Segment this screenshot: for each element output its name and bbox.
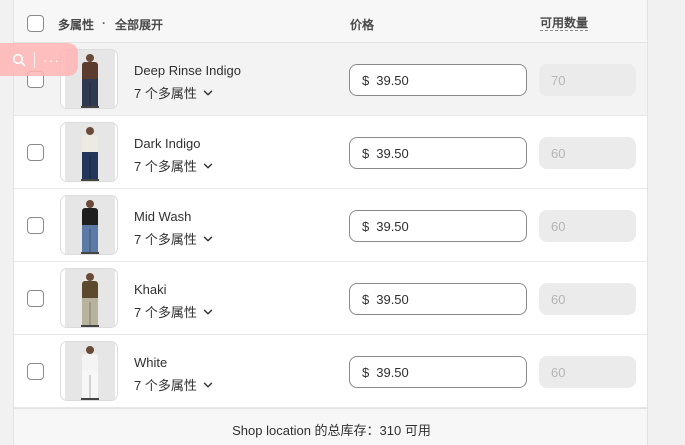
currency-symbol: $ [362, 364, 370, 380]
variant-count-label: 7 个多属性 [134, 305, 197, 320]
variant-row[interactable]: Deep Rinse Indigo 7 个多属性 $ 39.50 70 [14, 43, 647, 116]
row-checkbox[interactable] [27, 290, 44, 307]
currency-symbol: $ [362, 291, 370, 307]
product-thumbnail[interactable] [60, 122, 118, 182]
variant-count-label: 7 个多属性 [134, 378, 197, 393]
model-figure [79, 273, 101, 327]
variant-row[interactable]: Mid Wash 7 个多属性 $ 39.50 60 [14, 189, 647, 262]
expand-all-button[interactable]: 全部展开 [115, 16, 163, 33]
price-value: 39.50 [376, 72, 409, 88]
search-icon[interactable] [12, 53, 26, 67]
chevron-down-icon [203, 236, 213, 241]
variant-count-label: 7 个多属性 [134, 86, 197, 101]
available-quantity-field: 60 [539, 210, 636, 242]
variant-row[interactable]: Khaki 7 个多属性 $ 39.50 60 [14, 262, 647, 335]
price-value: 39.50 [376, 291, 409, 307]
row-checkbox[interactable] [27, 144, 44, 161]
available-quantity-column-header[interactable]: 可用数量 [540, 16, 589, 31]
quantity-value: 60 [551, 218, 566, 234]
price-value: 39.50 [376, 364, 409, 380]
variant-name: Deep Rinse Indigo [134, 63, 241, 78]
variant-count-toggle[interactable]: 7 个多属性 [134, 83, 213, 102]
quantity-value: 60 [551, 145, 566, 161]
available-quantity-field: 70 [539, 64, 636, 96]
product-thumbnail[interactable] [60, 195, 118, 255]
variant-count-label: 7 个多属性 [134, 232, 197, 247]
price-input[interactable]: $ 39.50 [349, 210, 527, 242]
variant-count-toggle[interactable]: 7 个多属性 [134, 229, 213, 248]
variant-row[interactable]: White 7 个多属性 $ 39.50 60 [14, 335, 647, 408]
chevron-down-icon [203, 163, 213, 168]
quantity-value: 60 [551, 291, 566, 307]
variant-count-toggle[interactable]: 7 个多属性 [134, 375, 213, 394]
chevron-down-icon [203, 309, 213, 314]
price-input[interactable]: $ 39.50 [349, 137, 527, 169]
variant-name: Mid Wash [134, 209, 192, 224]
chevron-down-icon [203, 382, 213, 387]
variants-card: 多属性 · 全部展开 价格 可用数量 Deep Rinse Indigo 7 个… [13, 0, 648, 445]
row-checkbox[interactable] [27, 363, 44, 380]
variant-count-toggle[interactable]: 7 个多属性 [134, 302, 213, 321]
currency-symbol: $ [362, 145, 370, 161]
variant-name: White [134, 355, 168, 370]
variant-name: Dark Indigo [134, 136, 201, 151]
price-value: 39.50 [376, 218, 409, 234]
currency-symbol: $ [362, 218, 370, 234]
more-icon[interactable]: ··· [43, 53, 60, 67]
variant-count-toggle[interactable]: 7 个多属性 [134, 156, 213, 175]
price-value: 39.50 [376, 145, 409, 161]
price-input[interactable]: $ 39.50 [349, 283, 527, 315]
inventory-summary: Shop location 的总库存：310 可用 [14, 408, 647, 445]
row-checkbox[interactable] [27, 217, 44, 234]
variant-row[interactable]: Dark Indigo 7 个多属性 $ 39.50 60 [14, 116, 647, 189]
available-quantity-field: 60 [539, 283, 636, 315]
quantity-value: 70 [551, 72, 566, 88]
price-input[interactable]: $ 39.50 [349, 356, 527, 388]
model-figure [79, 346, 101, 400]
model-figure [79, 200, 101, 254]
inventory-summary-text: Shop location 的总库存：310 可用 [232, 423, 431, 438]
group-by-label[interactable]: 多属性 [58, 16, 94, 33]
price-input[interactable]: $ 39.50 [349, 64, 527, 96]
model-figure [79, 127, 101, 181]
toolbar-divider [34, 51, 35, 68]
model-figure [79, 54, 101, 108]
available-quantity-field: 60 [539, 356, 636, 388]
variant-count-label: 7 个多属性 [134, 159, 197, 174]
floating-toolbar: ··· [0, 43, 78, 76]
product-thumbnail[interactable] [60, 341, 118, 401]
table-header: 多属性 · 全部展开 价格 可用数量 [14, 0, 647, 43]
available-quantity-field: 60 [539, 137, 636, 169]
chevron-down-icon [203, 90, 213, 95]
header-separator: · [102, 16, 106, 30]
product-thumbnail[interactable] [60, 268, 118, 328]
price-column-header: 价格 [350, 18, 375, 32]
quantity-value: 60 [551, 364, 566, 380]
variant-name: Khaki [134, 282, 167, 297]
select-all-checkbox[interactable] [27, 15, 44, 32]
currency-symbol: $ [362, 72, 370, 88]
